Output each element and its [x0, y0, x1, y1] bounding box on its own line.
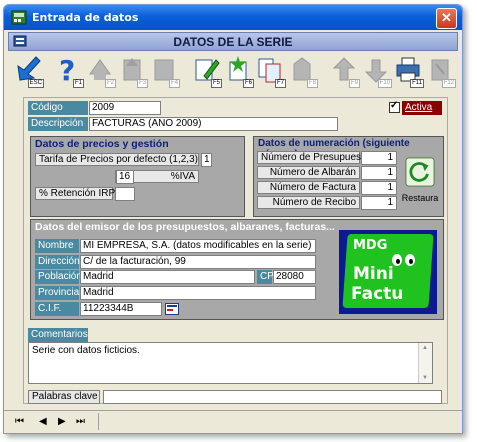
- cif-label: C.I.F.: [35, 302, 79, 316]
- key-hint: F6: [242, 79, 254, 88]
- disabled-button-f10: F10: [362, 54, 392, 88]
- key-hint: F2: [104, 79, 116, 88]
- close-icon: ✕: [441, 10, 452, 25]
- nombre-field[interactable]: MI EMPRESA, S.A. (datos modificables en …: [80, 239, 316, 253]
- comentarios-field[interactable]: Serie con datos ficticios. ▲ ▼: [28, 342, 433, 384]
- disabled-button-f2: F2: [86, 54, 116, 88]
- key-hint: F5: [210, 79, 222, 88]
- activa-label: Activa: [402, 101, 442, 115]
- recibo-field[interactable]: 1: [361, 196, 397, 210]
- presupuesto-field[interactable]: 1: [361, 151, 397, 165]
- navigation-bar: ⏮ ◀ ▶ ⏭: [4, 410, 462, 433]
- descripcion-field[interactable]: FACTURAS (AÑO 2009): [89, 117, 338, 131]
- key-hint: F4: [168, 79, 180, 88]
- section-header: DATOS DE LA SERIE: [8, 32, 458, 51]
- tarifa-label: Tarifa de Precios por defecto (1,2,3): [35, 153, 199, 166]
- app-icon: [11, 10, 27, 25]
- disabled-button-f3: F3: [118, 54, 148, 88]
- key-hint: F10: [377, 79, 392, 88]
- irpf-label: % Retención IRPF: [35, 187, 121, 200]
- recibo-label: Número de Recibo: [257, 196, 360, 209]
- iva-field[interactable]: 16: [116, 170, 134, 184]
- comentarios-label: Comentarios: [28, 328, 88, 342]
- poblacion-label: Población: [35, 270, 82, 284]
- print-button[interactable]: F11: [394, 54, 424, 88]
- palabras-field[interactable]: [103, 390, 442, 404]
- close-button[interactable]: ✕: [436, 8, 457, 29]
- page-title: DATOS DE LA SERIE: [173, 35, 293, 49]
- provincia-field[interactable]: Madrid: [80, 286, 316, 300]
- cif-field[interactable]: 11223344B: [80, 302, 162, 316]
- emisor-title: Datos del emisor de los presupuestos, al…: [35, 221, 335, 233]
- disabled-button-f4: F4: [150, 54, 180, 88]
- disabled-button-f9: F9: [330, 54, 360, 88]
- key-hint: F8: [306, 79, 318, 88]
- logo-line-1: MDG: [353, 238, 388, 253]
- cif-validate-icon[interactable]: [165, 303, 179, 315]
- logo-line-2: Mini: [353, 264, 394, 284]
- new-button[interactable]: F6: [224, 54, 254, 88]
- descripcion-label: Descripción: [28, 117, 88, 131]
- factura-label: Número de Factura: [257, 181, 360, 194]
- check-icon: ✓: [390, 100, 399, 111]
- direccion-label: Dirección: [35, 255, 80, 269]
- precios-title: Datos de precios y gestión: [35, 138, 169, 150]
- key-hint: ESC: [27, 79, 44, 88]
- scroll-up-icon[interactable]: ▲: [422, 345, 428, 351]
- cp-label: CP: [257, 270, 274, 284]
- toolbar: ESC ? F1 F2 F3 F4 F5 F6 F7 F8 F9 F10 F11…: [8, 52, 458, 92]
- direccion-field[interactable]: C/ de la facturación, 99: [80, 255, 316, 269]
- codigo-label: Código: [28, 101, 88, 115]
- key-hint: F3: [136, 79, 148, 88]
- key-hint: F7: [274, 79, 286, 88]
- key-hint: F12: [441, 79, 456, 88]
- codigo-field[interactable]: 2009: [89, 101, 161, 115]
- restaura-button[interactable]: Restaura: [401, 155, 439, 211]
- irpf-field[interactable]: [115, 187, 135, 201]
- disabled-button-f8: F8: [288, 54, 318, 88]
- albaran-field[interactable]: 1: [361, 166, 397, 180]
- nombre-label: Nombre: [35, 239, 79, 253]
- help-button[interactable]: ? F1: [54, 54, 84, 88]
- comentarios-text: Serie con datos ficticios.: [32, 345, 140, 356]
- restaura-label: Restaura: [401, 193, 439, 203]
- disabled-button-f12: F12: [426, 54, 456, 88]
- window-title: Entrada de datos: [32, 11, 139, 24]
- copy-button[interactable]: F7: [256, 54, 286, 88]
- tarifa-field[interactable]: 1: [201, 153, 212, 167]
- comentarios-scrollbar[interactable]: ▲ ▼: [418, 343, 432, 383]
- logo-line-3: Factu: [351, 284, 404, 304]
- exit-button[interactable]: ESC: [14, 54, 44, 88]
- albaran-label: Número de Albarán: [257, 166, 360, 179]
- poblacion-field[interactable]: Madrid: [80, 270, 255, 284]
- next-record-icon[interactable]: ▶: [58, 416, 66, 427]
- activa-checkbox[interactable]: ✓: [389, 100, 400, 113]
- refresh-icon: [405, 157, 435, 187]
- key-hint: F11: [410, 79, 424, 88]
- last-record-icon[interactable]: ⏭: [76, 416, 85, 427]
- provincia-label: Provincia: [35, 286, 79, 300]
- palabras-label: Palabras clave: [28, 390, 100, 404]
- factura-field[interactable]: 1: [361, 181, 397, 195]
- key-hint: F1: [72, 79, 84, 88]
- nav-divider: [98, 413, 99, 430]
- presupuesto-label: Número de Presupuesto: [257, 151, 369, 164]
- mdg-logo: MDG Mini Factu: [339, 230, 437, 314]
- edit-button[interactable]: F5: [192, 54, 222, 88]
- cp-field[interactable]: 28080: [273, 270, 316, 284]
- key-hint: F9: [348, 79, 360, 88]
- prev-record-icon[interactable]: ◀: [39, 416, 47, 427]
- main-window: Entrada de datos ✕ DATOS DE LA SERIE ESC…: [3, 4, 463, 434]
- first-record-icon[interactable]: ⏮: [15, 416, 24, 427]
- title-bar: Entrada de datos ✕: [4, 5, 462, 30]
- scroll-down-icon[interactable]: ▼: [422, 375, 428, 381]
